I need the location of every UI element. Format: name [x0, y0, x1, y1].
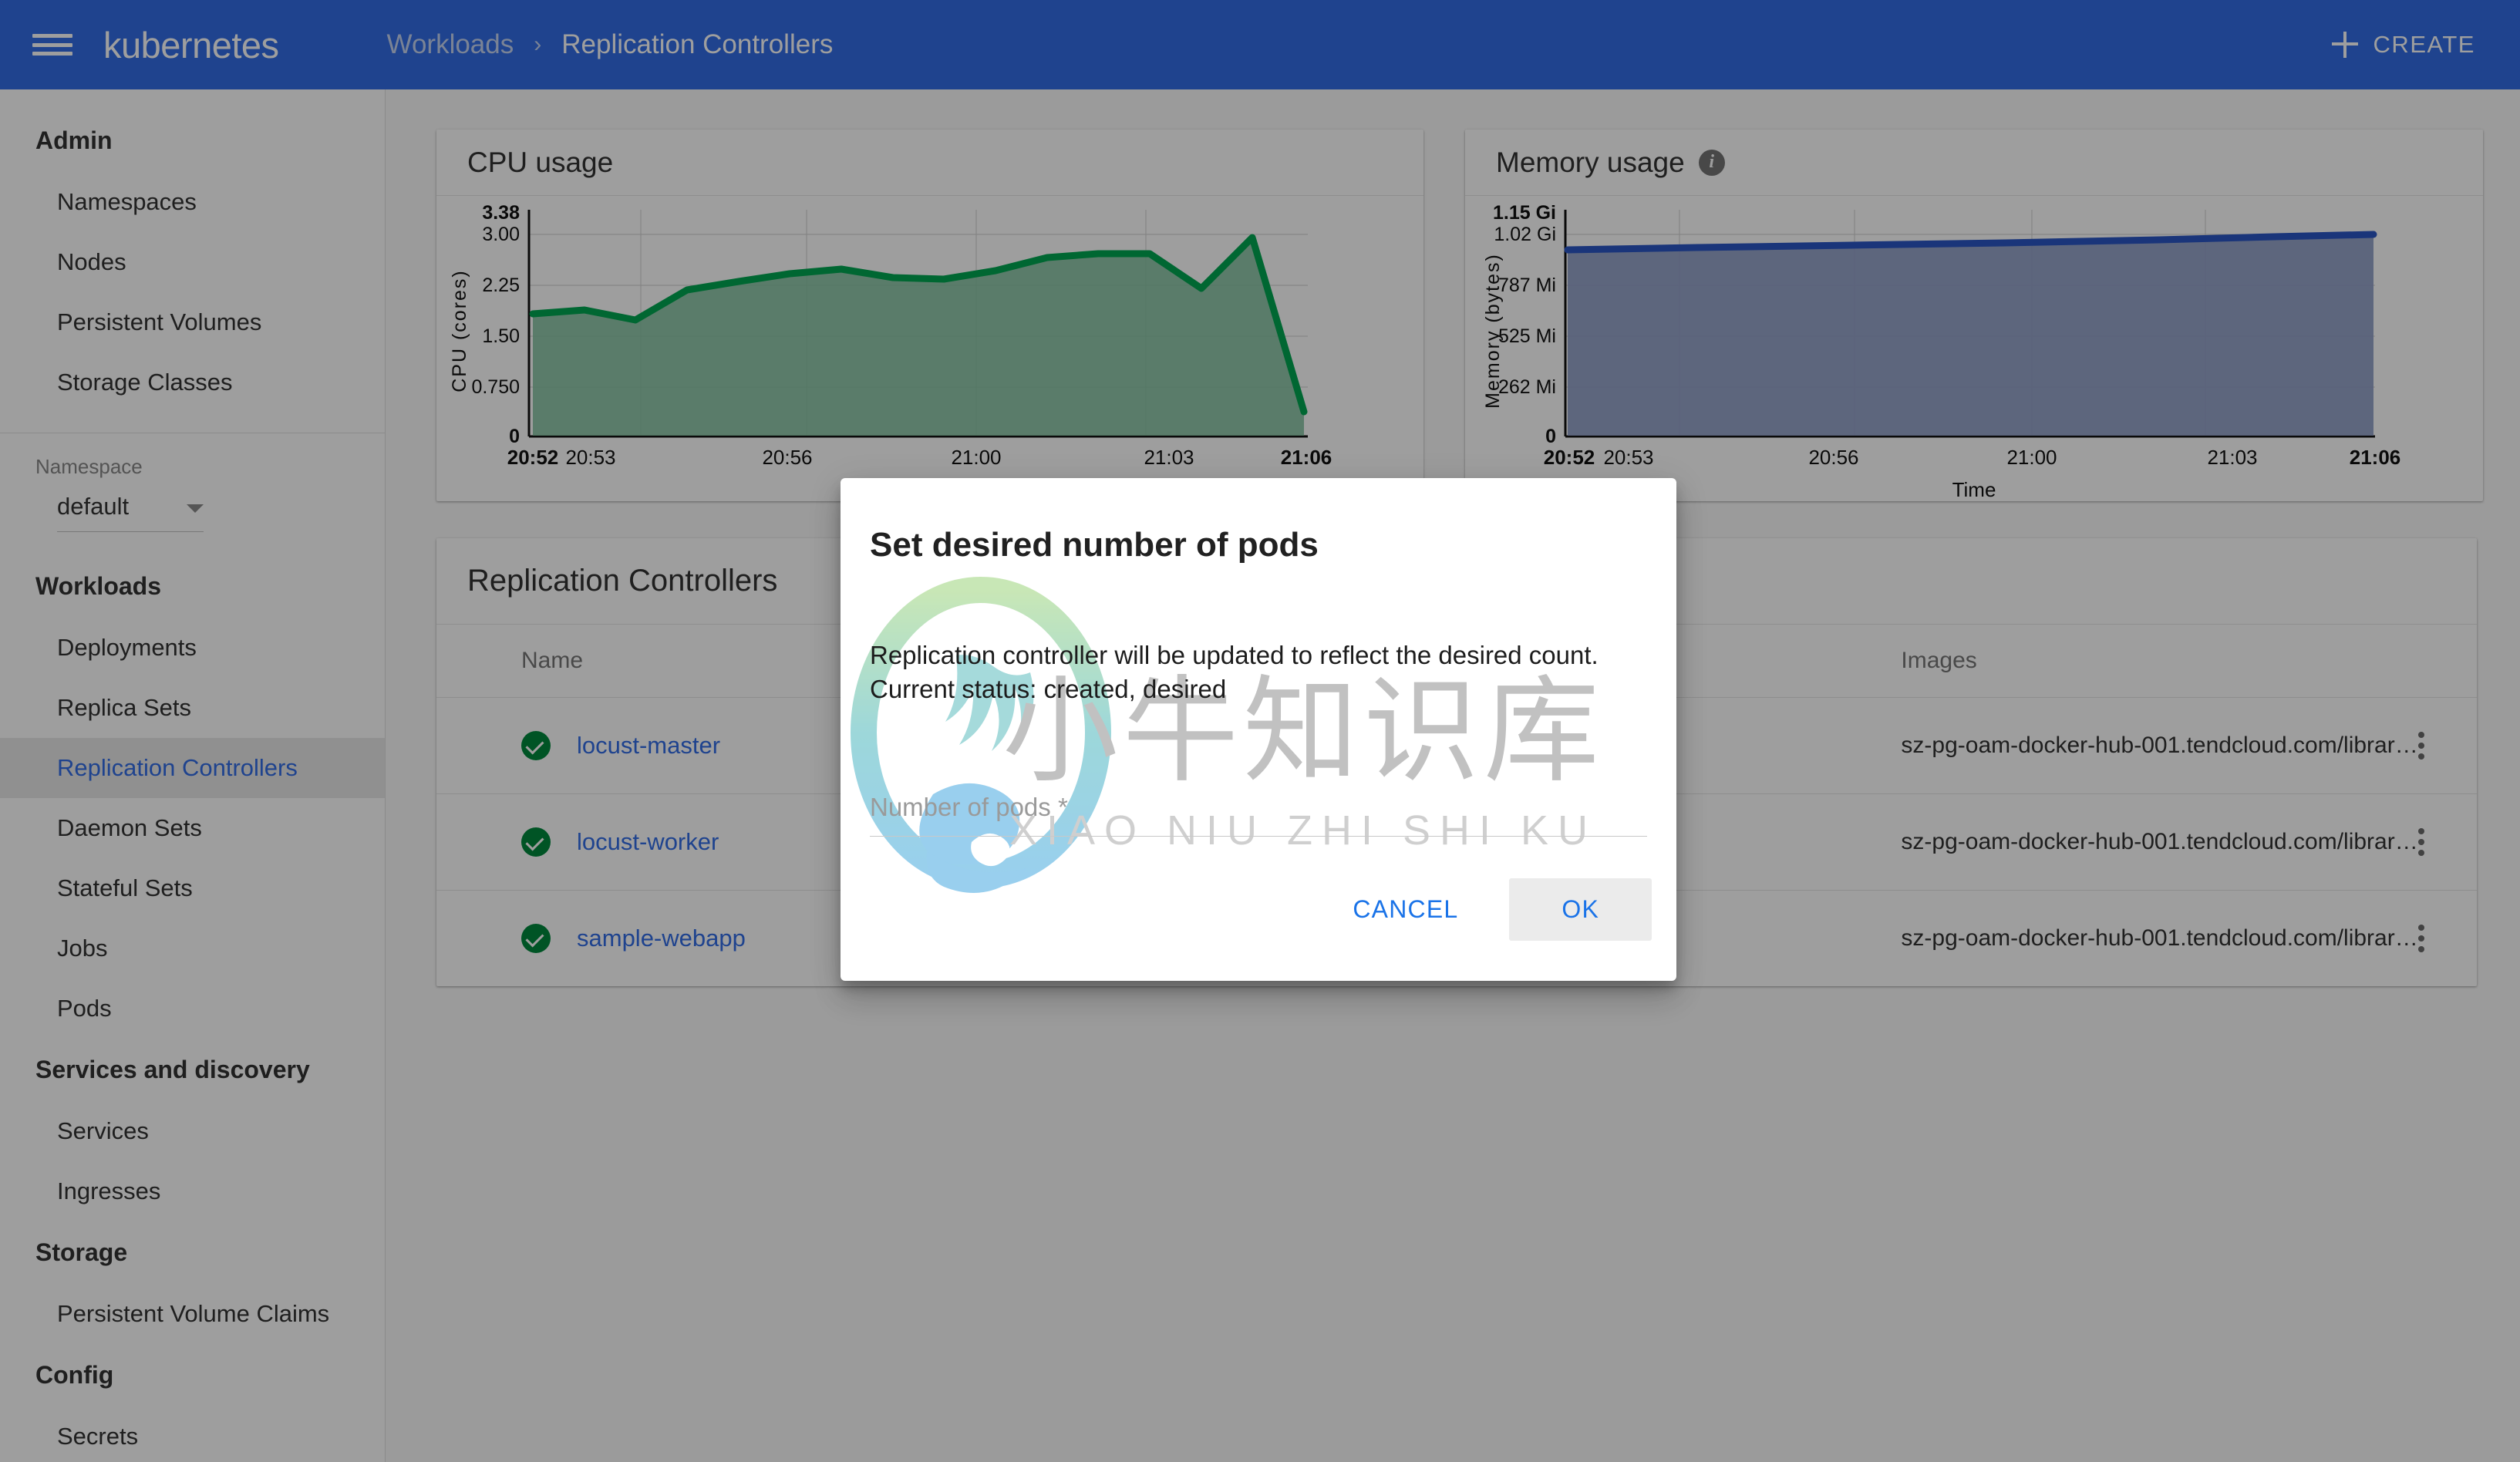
- ok-button[interactable]: OK: [1509, 878, 1652, 941]
- dialog-body-line2: Current status: created, desired: [870, 674, 1227, 703]
- set-desired-pods-dialog: 小牛知识库 XIAO NIU ZHI SHI KU Set desired nu…: [841, 478, 1676, 981]
- dialog-body: Replication controller will be updated t…: [841, 564, 1676, 706]
- number-of-pods-field: [870, 792, 1647, 837]
- cancel-button[interactable]: CANCEL: [1336, 881, 1475, 938]
- number-of-pods-input[interactable]: [870, 792, 1647, 837]
- dialog-title: Set desired number of pods: [870, 526, 1319, 564]
- dialog-actions: CANCEL OK: [1336, 878, 1652, 941]
- dialog-body-line1: Replication controller will be updated t…: [870, 641, 1599, 669]
